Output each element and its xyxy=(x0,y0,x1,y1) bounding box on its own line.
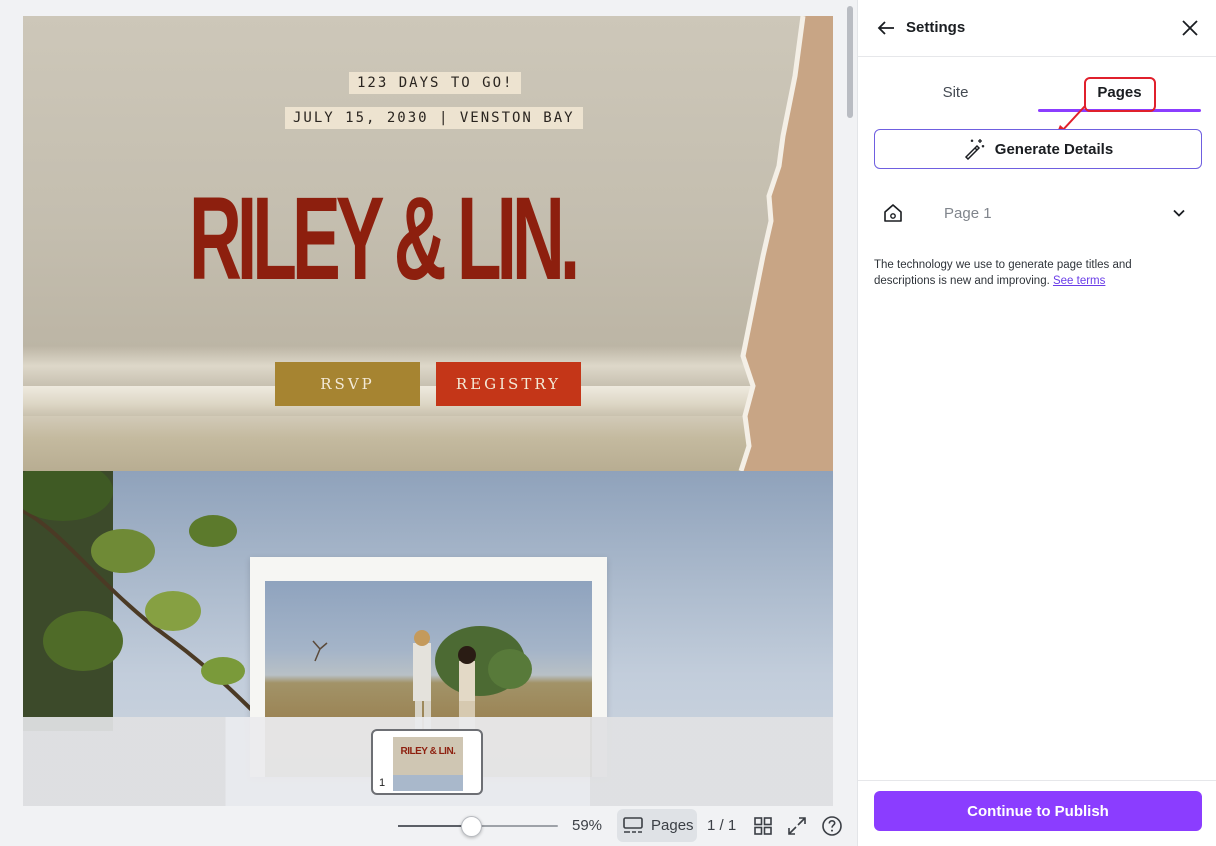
panel-title: Settings xyxy=(906,19,966,36)
design-canvas[interactable]: 123 DAYS TO GO! JULY 15, 2030 | VENSTON … xyxy=(23,16,833,806)
arrow-left-icon[interactable] xyxy=(875,17,897,39)
sea-surf-background xyxy=(23,346,833,386)
help-icon[interactable] xyxy=(821,815,843,837)
pages-icon xyxy=(623,816,643,833)
date-location-label[interactable]: JULY 15, 2030 | VENSTON BAY xyxy=(285,107,583,129)
zoom-slider-handle[interactable] xyxy=(461,816,482,837)
thumbnail-lower-section xyxy=(393,775,463,791)
page-row-page-1[interactable]: Page 1 xyxy=(874,193,1202,233)
disclaimer-text: The technology we use to generate page t… xyxy=(874,257,1184,289)
panel-header: Settings xyxy=(858,0,1216,57)
vertical-scrollbar[interactable] xyxy=(847,6,853,118)
tab-site[interactable]: Site xyxy=(874,72,1037,112)
couple-title[interactable]: RILEY & LIN. xyxy=(189,164,580,314)
sea-foam-background xyxy=(23,386,833,416)
generate-details-button[interactable]: Generate Details xyxy=(874,129,1202,169)
pages-view-label: Pages xyxy=(651,817,694,834)
continue-to-publish-label: Continue to Publish xyxy=(967,802,1109,820)
page-row-label: Page 1 xyxy=(944,205,992,222)
see-terms-link[interactable]: See terms xyxy=(1053,275,1105,287)
chevron-down-icon[interactable] xyxy=(1170,204,1188,222)
editor-bottom-bar: 59% Pages 1 / 1 xyxy=(0,806,857,846)
thumbnail-page-number: 1 xyxy=(379,777,386,789)
rsvp-button[interactable]: RSVP xyxy=(275,362,420,406)
torn-paper-edge xyxy=(738,16,833,471)
thumbnail-hero: RILEY & LIN. xyxy=(393,737,463,775)
fullscreen-icon[interactable] xyxy=(786,815,808,837)
panel-footer: Continue to Publish xyxy=(858,780,1216,846)
page-thumbnail[interactable]: RILEY & LIN. 1 xyxy=(371,729,483,795)
magic-wand-icon xyxy=(964,139,984,160)
settings-panel: Settings Site Pages Generate Details Pag… xyxy=(857,0,1216,846)
pages-view-button[interactable]: Pages xyxy=(617,809,697,842)
zoom-value[interactable]: 59% xyxy=(572,817,602,834)
editor-area: 123 DAYS TO GO! JULY 15, 2030 | VENSTON … xyxy=(0,0,857,846)
foliage-image xyxy=(23,471,275,731)
home-icon xyxy=(884,204,902,222)
beach-sand-background xyxy=(23,416,833,471)
annotation-highlight-box xyxy=(1084,77,1156,112)
countdown-label[interactable]: 123 DAYS TO GO! xyxy=(349,72,522,94)
grid-icon[interactable] xyxy=(752,815,774,837)
thumbnail-title: RILEY & LIN. xyxy=(400,746,456,757)
continue-to-publish-button[interactable]: Continue to Publish xyxy=(874,791,1202,831)
page-thumbnail-strip: RILEY & LIN. 1 xyxy=(23,717,833,806)
registry-button[interactable]: REGISTRY xyxy=(436,362,581,406)
generate-details-label: Generate Details xyxy=(994,140,1114,158)
close-icon[interactable] xyxy=(1179,17,1201,39)
hero-section[interactable]: 123 DAYS TO GO! JULY 15, 2030 | VENSTON … xyxy=(23,16,833,471)
page-count: 1 / 1 xyxy=(707,817,737,834)
